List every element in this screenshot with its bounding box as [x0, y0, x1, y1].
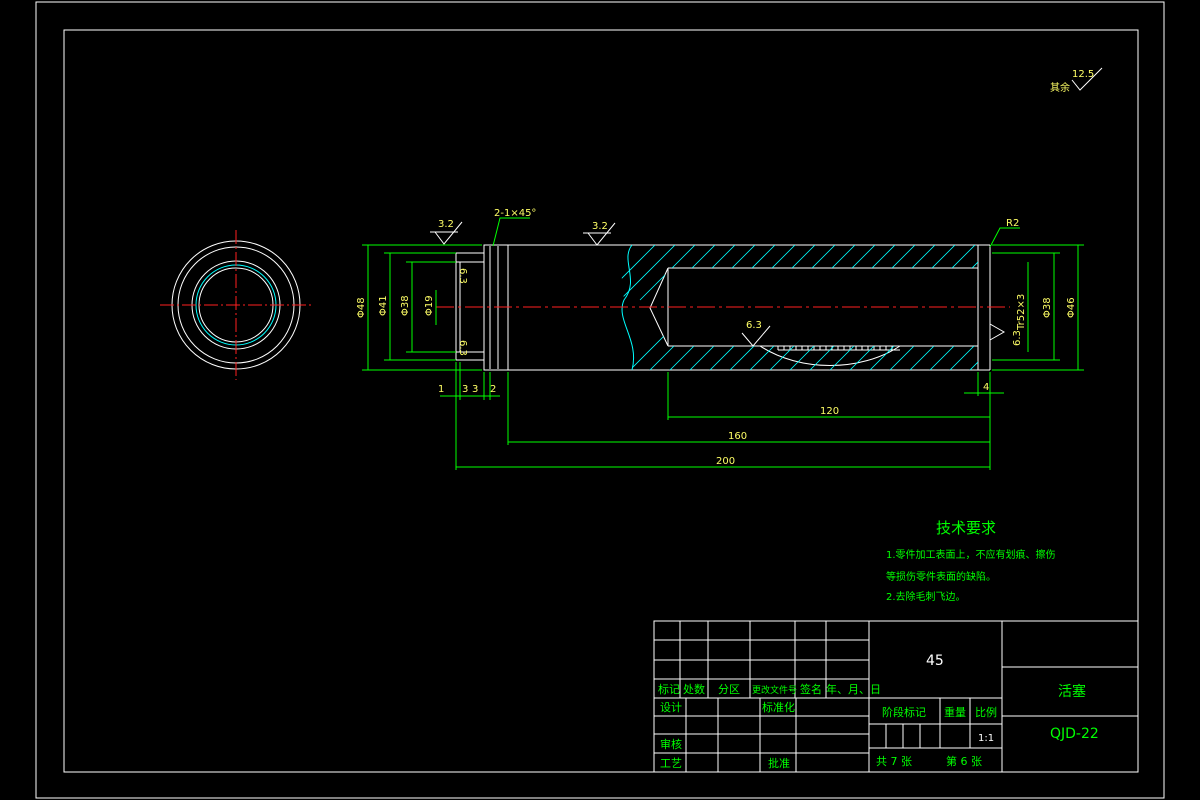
svg-text:共 7 张: 共 7 张: [876, 755, 912, 768]
svg-text:160: 160: [728, 431, 747, 442]
material: 45: [926, 653, 944, 669]
tech-requirements: 技术要求 1.零件加工表面上，不应有划痕、擦伤 等损伤零件表面的缺陷。 2.去除…: [886, 519, 1056, 603]
title-block: 45 活塞 QJD-22 标记 处数 分区 更改文件号 签名 年、月、日 设计 …: [653, 620, 1139, 773]
tech-req-line1: 1.零件加工表面上，不应有划痕、擦伤: [886, 548, 1056, 561]
svg-text:120: 120: [820, 406, 839, 417]
svg-text:12.5: 12.5: [1072, 69, 1094, 80]
svg-text:工艺: 工艺: [660, 757, 682, 770]
svg-text:Φ38: Φ38: [1042, 297, 1053, 318]
svg-text:标记: 标记: [658, 682, 680, 696]
svg-text:Φ38: Φ38: [400, 295, 411, 316]
svg-text:Φ48: Φ48: [356, 297, 367, 318]
svg-text:Φ19: Φ19: [424, 295, 435, 316]
svg-text:200: 200: [716, 456, 735, 467]
svg-text:重量: 重量: [944, 705, 966, 719]
svg-text:Tr52×3: Tr52×3: [1016, 294, 1027, 331]
svg-text:第 6 张: 第 6 张: [946, 754, 982, 768]
drawing-canvas: 其余 12.5 3.2 3.2 6.3 6.3 6.3 6.3 2-1×45° …: [35, 1, 1165, 799]
svg-text:阶段标记: 阶段标记: [882, 705, 926, 719]
svg-text:Φ46: Φ46: [1066, 297, 1077, 318]
svg-text:3.2: 3.2: [592, 221, 608, 232]
svg-text:1:1: 1:1: [978, 733, 994, 744]
tech-req-line2: 等损伤零件表面的缺陷。: [886, 570, 996, 583]
section-view: [436, 244, 1010, 371]
svg-text:2: 2: [490, 384, 496, 395]
svg-text:标准化: 标准化: [762, 700, 795, 714]
svg-text:更改文件号: 更改文件号: [752, 684, 797, 696]
svg-text:3.2: 3.2: [438, 219, 454, 230]
svg-text:6.3: 6.3: [746, 320, 762, 331]
svg-text:设计: 设计: [660, 701, 682, 714]
svg-text:6.3: 6.3: [1012, 330, 1023, 346]
svg-text:批准: 批准: [768, 756, 790, 770]
svg-text:Φ41: Φ41: [378, 295, 389, 316]
dimension-lines: [362, 217, 1084, 470]
svg-text:其余: 其余: [1050, 81, 1070, 94]
svg-text:审核: 审核: [660, 737, 682, 751]
end-view: [160, 230, 312, 380]
inner-frame: [63, 29, 1139, 773]
svg-text:1: 1: [438, 384, 444, 395]
svg-text:比例: 比例: [975, 705, 997, 719]
surface-finish-other: 其余 12.5: [1050, 67, 1103, 94]
svg-text:6.3: 6.3: [457, 340, 468, 356]
svg-text:6.3: 6.3: [457, 268, 468, 284]
tech-req-title: 技术要求: [936, 519, 996, 537]
drawing-number: QJD-22: [1050, 726, 1099, 742]
svg-text:2-1×45°: 2-1×45°: [494, 208, 536, 219]
part-name: 活塞: [1058, 683, 1086, 700]
svg-text:分区: 分区: [718, 683, 740, 696]
svg-text:3: 3: [472, 384, 478, 395]
svg-text:4: 4: [983, 382, 989, 393]
tech-req-line3: 2.去除毛刺飞边。: [886, 590, 966, 603]
dimension-texts: 3.2 3.2 6.3 6.3 6.3 6.3 2-1×45° R2 Tr52×…: [356, 208, 1077, 467]
outer-frame: [35, 1, 1165, 799]
svg-text:签名: 签名: [800, 682, 822, 696]
svg-text:3: 3: [462, 384, 468, 395]
svg-text:年、月、日: 年、月、日: [826, 682, 881, 696]
svg-text:处数: 处数: [683, 683, 705, 696]
svg-text:R2: R2: [1006, 218, 1019, 229]
